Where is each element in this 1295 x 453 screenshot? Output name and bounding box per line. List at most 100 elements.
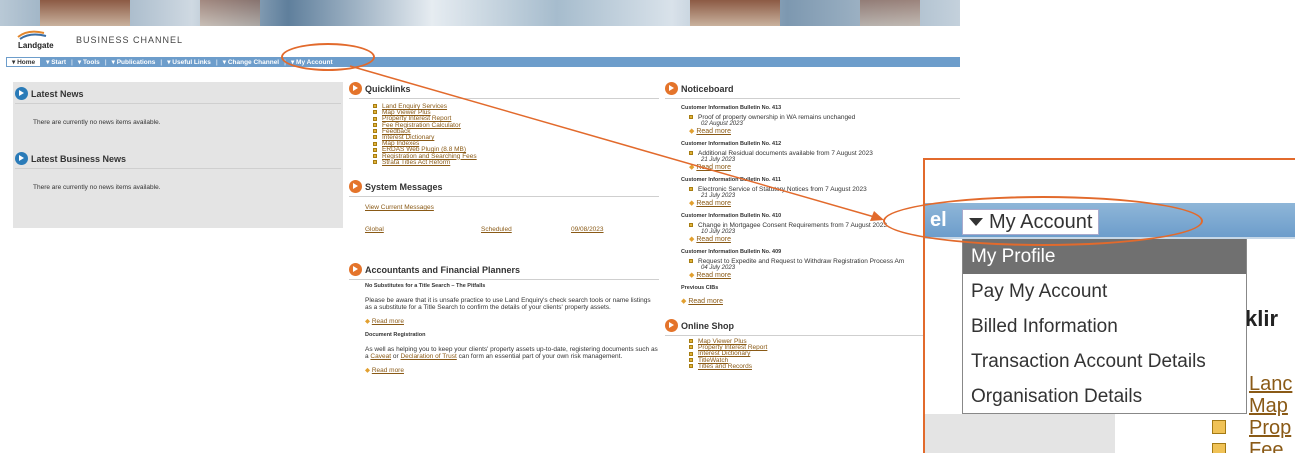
read-more-link[interactable]: ◆ Read more: [665, 271, 960, 279]
bullet-icon: [689, 364, 693, 369]
notice-text: Request to Expedite and Request to Withd…: [698, 258, 905, 265]
message-status[interactable]: Scheduled: [481, 226, 571, 233]
zoom-partial-links: Lanc Map Prop Fee: [1249, 373, 1292, 453]
banner-photo: [200, 0, 260, 26]
message-name[interactable]: Global: [365, 226, 481, 233]
bullet-icon: [689, 357, 693, 362]
arrow-circle-icon: [665, 82, 678, 95]
read-more-link[interactable]: ◆ Read more: [365, 318, 659, 325]
nav-tools[interactable]: ▾ Tools: [73, 58, 105, 66]
nav-label: Useful Links: [172, 59, 211, 66]
divider: [15, 103, 341, 104]
diamond-icon: ◆: [689, 164, 695, 171]
section-title: Latest News: [31, 88, 84, 99]
cib-heading: Customer Information Bulletin No. 413: [681, 105, 782, 111]
menu-item-transaction-account-details[interactable]: Transaction Account Details: [963, 344, 1246, 379]
bullet-icon: [689, 115, 693, 120]
bullet-icon: [1212, 443, 1226, 453]
bullet-icon: [1212, 420, 1226, 434]
zoom-link[interactable]: Map: [1249, 395, 1292, 417]
nav-label: Home: [17, 59, 36, 66]
bullet-icon: [373, 129, 377, 134]
menu-item-organisation-details[interactable]: Organisation Details: [963, 379, 1246, 414]
link-text[interactable]: Read more: [696, 272, 731, 279]
nav-start[interactable]: ▾ Start: [41, 58, 71, 66]
bullet-icon: [373, 135, 377, 140]
read-more-link[interactable]: ◆ Read more: [365, 367, 659, 374]
online-shop-heading: Online Shop: [665, 319, 960, 332]
bullet-icon: [373, 141, 377, 146]
bullet-icon: [689, 259, 693, 264]
text-part: can form an essential part of your own r…: [456, 353, 623, 361]
my-account-dropdown: My Profile Pay My Account Billed Informa…: [962, 239, 1247, 414]
bullet-icon: [689, 223, 693, 228]
caveat-link[interactable]: Caveat: [370, 353, 391, 360]
diamond-icon: ◆: [689, 272, 695, 279]
section-title: Noticeboard: [681, 83, 734, 94]
notice-text: Additional Residual documents available …: [698, 150, 873, 157]
link-text[interactable]: View Current Messages: [365, 204, 434, 211]
bullet-icon: [373, 153, 377, 158]
divider: [349, 98, 659, 99]
highlight-oval: [281, 43, 375, 71]
diamond-icon: ◆: [681, 298, 687, 305]
bullet-icon: [689, 345, 693, 350]
bullet-icon: [373, 110, 377, 115]
middle-column: Quicklinks Land Enquiry Services Map Vie…: [349, 82, 659, 374]
view-current-messages-link[interactable]: View Current Messages: [349, 200, 659, 211]
zoom-link[interactable]: Prop: [1249, 417, 1292, 439]
quicklink-item[interactable]: Strata Titles Act Reform: [349, 159, 659, 166]
nav-useful-links[interactable]: ▾ Useful Links: [162, 58, 216, 66]
arrow-circle-icon: [15, 87, 28, 100]
noticeboard-heading: Noticeboard: [665, 82, 960, 95]
zoom-link[interactable]: Lanc: [1249, 373, 1292, 395]
divider: [665, 335, 960, 336]
cib-heading: Customer Information Bulletin No. 412: [681, 141, 782, 147]
link-text[interactable]: Read more: [372, 318, 404, 325]
link-text[interactable]: Titles and Records: [698, 363, 752, 370]
article-text: Please be aware that it is unsafe practi…: [365, 297, 651, 312]
banner-photo: [690, 0, 780, 26]
cib-heading: Customer Information Bulletin No. 411: [681, 177, 781, 183]
news-panel: Latest News There are currently no news …: [13, 82, 343, 228]
nav-home[interactable]: ▾ Home: [6, 57, 42, 67]
latest-business-news-empty: There are currently no news items availa…: [33, 184, 161, 191]
bullet-icon: [373, 122, 377, 127]
message-date[interactable]: 09/08/2023: [571, 226, 604, 233]
cib-heading: Customer Information Bulletin No. 409: [681, 249, 782, 255]
link-text[interactable]: Read more: [696, 236, 731, 243]
link-text[interactable]: Read more: [372, 367, 404, 374]
link-text[interactable]: Read more: [696, 164, 731, 171]
bullet-icon: [689, 339, 693, 344]
arrow-circle-icon: [349, 180, 362, 194]
shop-item[interactable]: Titles and Records: [665, 363, 960, 370]
menu-item-billed-information[interactable]: Billed Information: [963, 309, 1246, 344]
section-title: Latest Business News: [31, 153, 127, 164]
link-text[interactable]: Read more: [696, 128, 731, 135]
nav-separator: |: [71, 58, 73, 66]
diamond-icon: ◆: [365, 367, 370, 375]
header-banner: [0, 0, 960, 26]
bullet-icon: [373, 147, 377, 152]
declaration-link[interactable]: Declaration of Trust: [400, 353, 456, 360]
link-text[interactable]: Strata Titles Act Reform: [382, 159, 450, 166]
link-text[interactable]: Read more: [688, 298, 723, 305]
nav-label: Publications: [116, 59, 156, 66]
link-text[interactable]: Read more: [696, 200, 731, 207]
arrow-circle-icon: [665, 319, 678, 332]
article-heading: No Substitutes for a Title Search – The …: [365, 283, 486, 290]
menu-item-pay-my-account[interactable]: Pay My Account: [963, 274, 1246, 309]
arrow-circle-icon: [349, 82, 362, 95]
accountants-body: No Substitutes for a Title Search – The …: [349, 283, 659, 374]
zoom-link[interactable]: Fee: [1249, 439, 1292, 453]
latest-news-heading: Latest News: [15, 87, 341, 100]
nav-separator: |: [215, 58, 218, 66]
highlight-oval: [883, 196, 1203, 246]
read-more-link[interactable]: ◆ Read more: [665, 297, 960, 305]
nav-change-channel[interactable]: ▾ Change Channel: [218, 58, 284, 66]
nav-publications[interactable]: ▾ Publications: [107, 58, 161, 66]
read-more-link[interactable]: ◆ Read more: [665, 163, 960, 171]
arrow-circle-icon: [15, 152, 28, 165]
accountants-heading: Accountants and Financial Planners: [349, 263, 659, 277]
read-more-link[interactable]: ◆ Read more: [665, 127, 960, 135]
